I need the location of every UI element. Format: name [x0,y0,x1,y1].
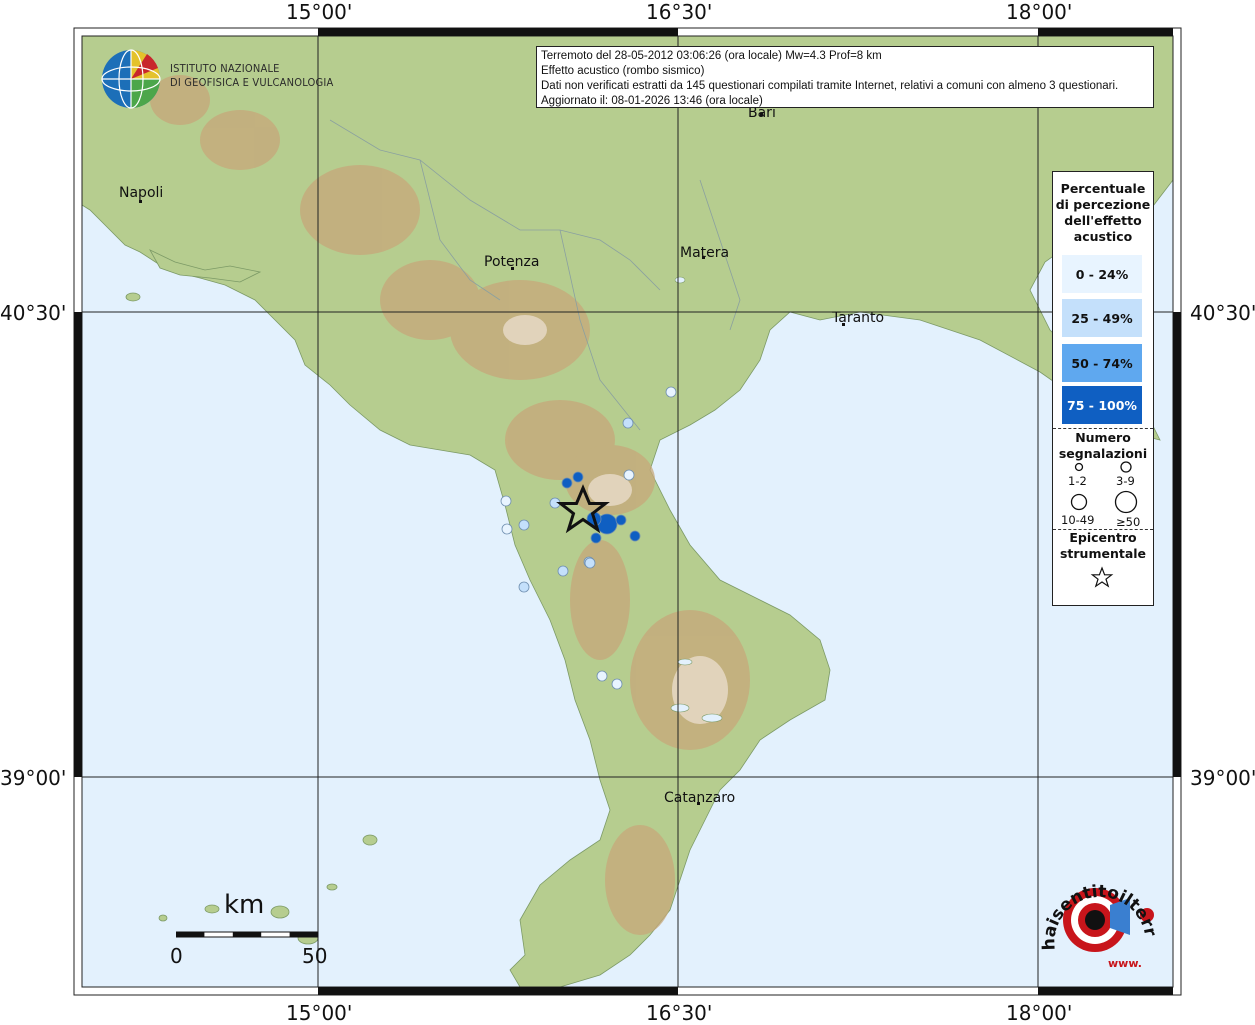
site-logo-text: haisentitoilterremoto.it www. [1030,855,1160,970]
city-label-taranto: Taranto [832,310,885,326]
legend-size-symbols [1070,461,1138,514]
city-label-napoli: Napoli [119,185,164,201]
observation-point[interactable] [557,565,569,577]
scale-unit: km [224,890,265,920]
event-updated-line: Aggiornato il: 08-01-2026 13:46 (ora loc… [541,95,763,107]
observation-point[interactable] [623,469,635,481]
legend-size-1-2: 1-2 [1068,474,1087,488]
ingv-line-1: ISTITUTO NAZIONALE [170,62,280,75]
coord-top-1: 15°00' [286,0,353,24]
legend-class-50-74: 50 - 74% [1062,344,1142,382]
coord-bottom-3: 18°00' [1006,1001,1073,1025]
observation-point[interactable] [500,495,512,507]
observation-point[interactable] [584,557,596,569]
city-label-catanzaro: Catanzaro [664,790,736,806]
observation-point[interactable] [518,581,530,593]
observation-point[interactable] [501,523,513,535]
event-data-line: Dati non verificati estratti da 145 ques… [541,80,1119,92]
legend-class-75-100: 75 - 100% [1062,386,1142,424]
event-effect-line: Effetto acustico (rombo sismico) [541,65,705,77]
legend-box: Percentuale di percezione dell'effetto a… [1052,171,1154,606]
observation-point[interactable] [611,678,623,690]
observation-point[interactable] [518,519,530,531]
legend-epicenter-title: Epicentro strumentale [1059,530,1147,561]
coord-bottom-1: 15°00' [286,1001,353,1025]
scale-end: 50 [302,944,328,968]
city-label-matera: Matera [680,245,730,261]
ingv-name: ISTITUTO NAZIONALE DI GEOFISICA E VULCAN… [170,62,333,90]
event-info-box: Terremoto del 28-05-2012 03:06:26 (ora l… [536,46,1154,108]
ingv-logo: ISTITUTO NAZIONALE DI GEOFISICA E VULCAN… [100,48,333,109]
observation-point[interactable] [572,471,584,483]
coord-left-1: 40°30' [0,301,67,325]
scale-bar-graphic [176,931,319,938]
coord-right-1: 40°30' [1190,301,1255,325]
legend-percent-title: Percentuale di percezione dell'effetto a… [1055,181,1151,244]
city-label-potenza: Potenza [484,254,540,270]
legend-class-25-49: 25 - 49% [1062,299,1142,337]
observation-point[interactable] [622,417,634,429]
event-quake-line: Terremoto del 28-05-2012 03:06:26 (ora l… [541,50,882,62]
observation-point[interactable] [561,477,573,489]
legend-divider [1053,428,1153,429]
ingv-globe-icon [101,49,161,109]
legend-size-10-49: 10-49 [1061,513,1095,527]
coord-top-3: 18°00' [1006,0,1073,24]
legend-star-icon [1090,566,1114,588]
coord-right-2: 39°00' [1190,766,1255,790]
observation-point[interactable] [596,670,608,682]
legend-size-3-9: 3-9 [1116,474,1135,488]
legend-size-50-plus: ≥50 [1116,515,1141,529]
coord-left-2: 39°00' [0,766,67,790]
coord-bottom-2: 16°30' [646,1001,713,1025]
coord-top-2: 16°30' [646,0,713,24]
observation-point[interactable] [629,530,641,542]
ingv-line-2: DI GEOFISICA E VULCANOLOGIA [170,76,334,89]
observation-point[interactable] [615,514,627,526]
legend-class-0-24: 0 - 24% [1062,255,1142,293]
observation-point[interactable] [590,532,602,544]
svg-text:haisentitoilterremoto.it: haisentitoilterremoto.it [1030,855,1160,951]
scale-start: 0 [170,944,183,968]
site-logo-url: haisentitoilterremoto.it [1030,855,1160,951]
observation-point[interactable] [665,386,677,398]
scale-bar: km 0 50 [160,890,340,980]
site-logo-prefix: www. [1108,957,1142,970]
